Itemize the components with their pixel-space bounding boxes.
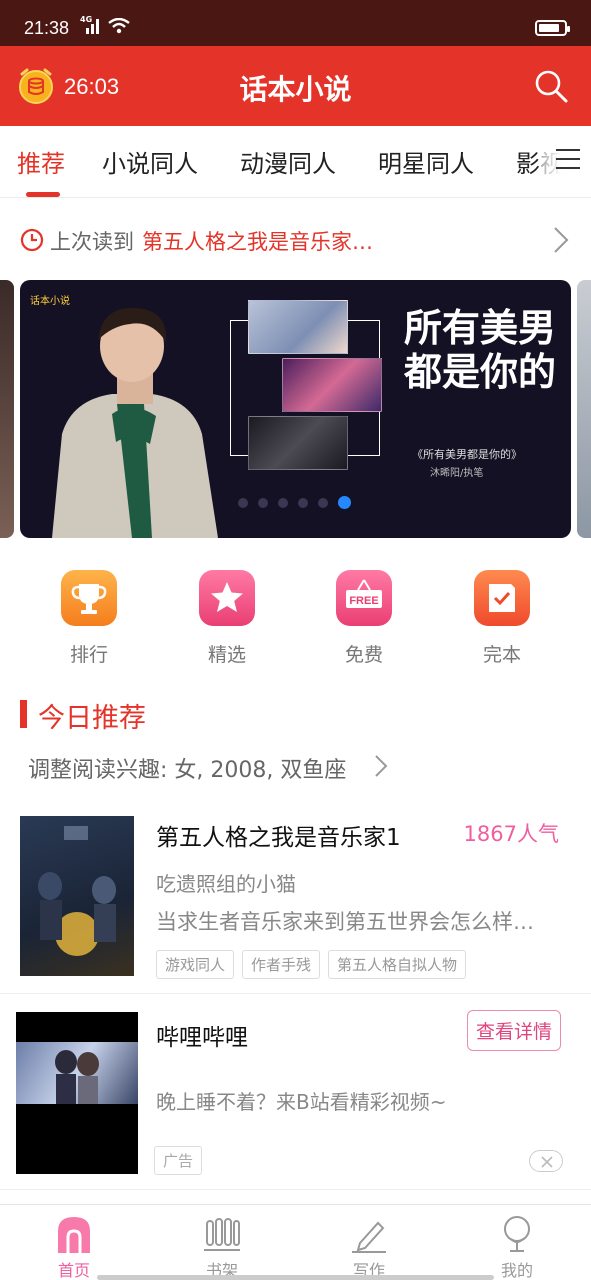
last-read-prefix: 上次读到 [50, 230, 134, 254]
banner-person-image [52, 307, 218, 538]
banner-prev-peek[interactable] [0, 280, 14, 538]
star-icon [199, 570, 255, 626]
book-description: 当求生者音乐家来到第五世界会怎么样… [156, 910, 534, 934]
book-tag[interactable]: 游戏同人 [156, 950, 235, 979]
tab-novel-fanfic[interactable]: 小说同人 [102, 144, 198, 179]
signal-icon: 4G [80, 15, 102, 34]
profile-icon [504, 1216, 530, 1252]
adjust-interest-link[interactable]: 调整阅读兴趣: 女, 2008, 双鱼座 [28, 752, 346, 784]
book-title[interactable]: 第五人格之我是音乐家1 [156, 818, 401, 852]
quick-nav-label: 精选 [207, 644, 246, 666]
carousel-dot[interactable] [258, 497, 268, 508]
quick-nav-label: 免费 [344, 644, 383, 666]
home-icon [58, 1217, 90, 1253]
active-tab-indicator [26, 192, 60, 197]
clock-icon [20, 228, 44, 252]
banner-subtitle: 《所有美男都是你的》 [412, 448, 522, 461]
ad-title[interactable]: 哔哩哔哩 [156, 1018, 248, 1052]
carousel-dot[interactable] [238, 497, 248, 508]
quick-nav-featured[interactable]: 精选 [177, 570, 277, 667]
carousel-dot-active[interactable] [338, 496, 351, 509]
quick-nav: 排行 精选 FREE 免费 完本 [0, 570, 591, 680]
category-tabs: 推荐 小说同人 动漫同人 明星同人 影视 [0, 126, 591, 198]
ad-card[interactable]: 哔哩哔哩 查看详情 晚上睡不着？来B站看精彩视频~ 广告 [0, 996, 591, 1190]
tab-menu-button[interactable] [541, 126, 591, 197]
quick-nav-ranking[interactable]: 排行 [39, 570, 139, 667]
nav-profile[interactable]: 我的 [477, 1213, 557, 1280]
free-icon: FREE [336, 570, 392, 626]
banner-slide[interactable]: 话本小说 所有美男都是你的 《所有美男都是你的》 沐晞阳/执笔 [20, 280, 571, 538]
battery-icon [535, 20, 570, 36]
ad-description: 晚上睡不着？来B站看精彩视频~ [156, 1090, 447, 1114]
battery-level [539, 24, 560, 32]
bookshelf-icon [204, 1218, 240, 1251]
book-tag[interactable]: 第五人格自拟人物 [328, 950, 467, 979]
ad-image[interactable] [16, 1012, 138, 1174]
menu-icon [556, 149, 580, 169]
carousel-dot[interactable] [278, 497, 288, 508]
last-read-bar[interactable]: 上次读到 第五人格之我是音乐家… [0, 210, 591, 266]
tab-celebrity-fanfic[interactable]: 明星同人 [378, 144, 474, 179]
check-book-icon [474, 570, 530, 626]
chevron-right-icon [554, 227, 569, 253]
book-author: 吃遗照组的小猫 [156, 872, 296, 896]
close-icon [541, 1156, 553, 1168]
svg-text:FREE: FREE [349, 595, 378, 607]
banner-next-peek[interactable] [577, 280, 591, 538]
carousel-dots [238, 496, 351, 509]
network-type: 4G [80, 15, 93, 24]
ad-close-button[interactable] [529, 1150, 563, 1172]
tab-anime-fanfic[interactable]: 动漫同人 [240, 144, 336, 179]
quick-nav-label: 完本 [482, 644, 521, 666]
wifi-icon [108, 18, 130, 34]
quick-nav-completed[interactable]: 完本 [452, 570, 552, 667]
carousel-dot[interactable] [298, 497, 308, 508]
trophy-icon [61, 570, 117, 626]
view-details-button[interactable]: 查看详情 [466, 1010, 561, 1051]
status-time: 21:38 [24, 18, 70, 38]
home-indicator [97, 1275, 494, 1280]
quick-nav-free[interactable]: FREE 免费 [314, 570, 414, 667]
banner-photo-1 [248, 300, 348, 354]
tab-recommend[interactable]: 推荐 [17, 144, 65, 179]
section-accent-bar [20, 700, 27, 728]
banner-carousel[interactable]: 话本小说 所有美男都是你的 《所有美男都是你的》 沐晞阳/执笔 [0, 280, 591, 540]
ad-badge: 广告 [154, 1146, 203, 1175]
nav-home[interactable]: 首页 [34, 1213, 114, 1280]
status-icons: 4G [80, 15, 130, 34]
app-title: 话本小说 [239, 73, 352, 106]
carousel-dot[interactable] [318, 497, 328, 508]
banner-headline: 所有美男都是你的 [403, 305, 556, 394]
banner-photo-2 [282, 358, 382, 412]
section-title: 今日推荐 [38, 703, 146, 734]
pen-icon [352, 1221, 386, 1253]
app-bar: 26:03 话本小说 [0, 46, 591, 126]
status-bar: 21:38 4G [0, 0, 591, 46]
nav-bookshelf[interactable]: 书架 [182, 1213, 262, 1280]
banner-photo-3 [248, 416, 348, 470]
book-cover-image[interactable] [20, 816, 134, 976]
book-tags: 游戏同人 作者手残 第五人格自拟人物 [156, 950, 467, 979]
last-read-title[interactable]: 第五人格之我是音乐家… [142, 226, 373, 256]
search-icon[interactable] [533, 68, 569, 104]
banner-author: 沐晞阳/执笔 [430, 468, 484, 479]
book-card[interactable]: 第五人格之我是音乐家1 1867人气 吃遗照组的小猫 当求生者音乐家来到第五世界… [0, 800, 591, 994]
bottom-navigation: 首页 书架 写作 我的 [0, 1204, 591, 1280]
quick-nav-label: 排行 [69, 644, 108, 666]
nav-write[interactable]: 写作 [329, 1213, 409, 1280]
chevron-right-icon [375, 755, 388, 777]
book-popularity: 1867人气 [463, 822, 559, 846]
book-tag[interactable]: 作者手残 [242, 950, 321, 979]
